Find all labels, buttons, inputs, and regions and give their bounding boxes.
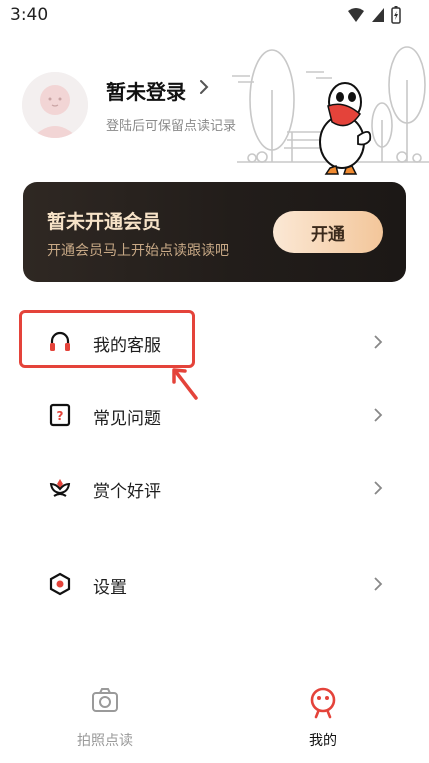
avatar[interactable]: [22, 72, 88, 138]
vip-title: 暂未开通会员: [47, 211, 162, 233]
status-time: 3:40: [10, 5, 49, 25]
menu-item-rate[interactable]: 赏个好评: [0, 458, 429, 518]
status-bar: 3:40: [0, 0, 429, 30]
highlight-box: [19, 310, 195, 368]
menu-item-faq[interactable]: ? 常见问题: [0, 385, 429, 445]
question-icon: ?: [49, 403, 71, 427]
duck-mascot-icon: [319, 82, 372, 175]
flower-rating-icon: [49, 479, 71, 497]
tab-mine[interactable]: 我的: [263, 680, 383, 763]
profile-face-icon: [310, 687, 336, 719]
chevron-right-icon[interactable]: [198, 78, 210, 96]
park-duck-illustration: [232, 46, 429, 175]
wifi-icon: [348, 8, 364, 22]
tab-photo-read[interactable]: 拍照点读: [45, 680, 165, 763]
settings-icon: [49, 572, 71, 596]
open-vip-button[interactable]: 开通: [273, 211, 383, 253]
chevron-right-icon: [374, 577, 383, 591]
status-icons: [347, 6, 401, 24]
svg-text:?: ?: [57, 409, 64, 423]
menu-item-settings[interactable]: 设置: [0, 554, 429, 614]
annotation-arrow-icon: [172, 368, 198, 400]
login-title[interactable]: 暂未登录: [106, 76, 186, 105]
chevron-right-icon: [374, 408, 383, 422]
camera-icon: [92, 688, 118, 712]
login-subtitle: 登陆后可保留点读记录: [106, 119, 237, 134]
vip-card[interactable]: 暂未开通会员 开通会员马上开始点读跟读吧 开通: [23, 182, 406, 282]
menu-label: 常见问题: [93, 409, 161, 429]
vip-subtitle: 开通会员马上开始点读跟读吧: [47, 243, 229, 259]
default-avatar-icon: [22, 72, 88, 138]
nav-label: 拍照点读: [77, 733, 133, 749]
nav-label: 我的: [309, 733, 337, 749]
battery-icon: [391, 6, 401, 24]
menu-label: 赏个好评: [93, 482, 161, 502]
chevron-right-icon: [374, 335, 383, 349]
bottom-nav: 拍照点读 我的: [0, 680, 429, 763]
menu-label: 设置: [93, 578, 127, 598]
signal-icon: [372, 8, 384, 22]
chevron-right-icon: [374, 481, 383, 495]
